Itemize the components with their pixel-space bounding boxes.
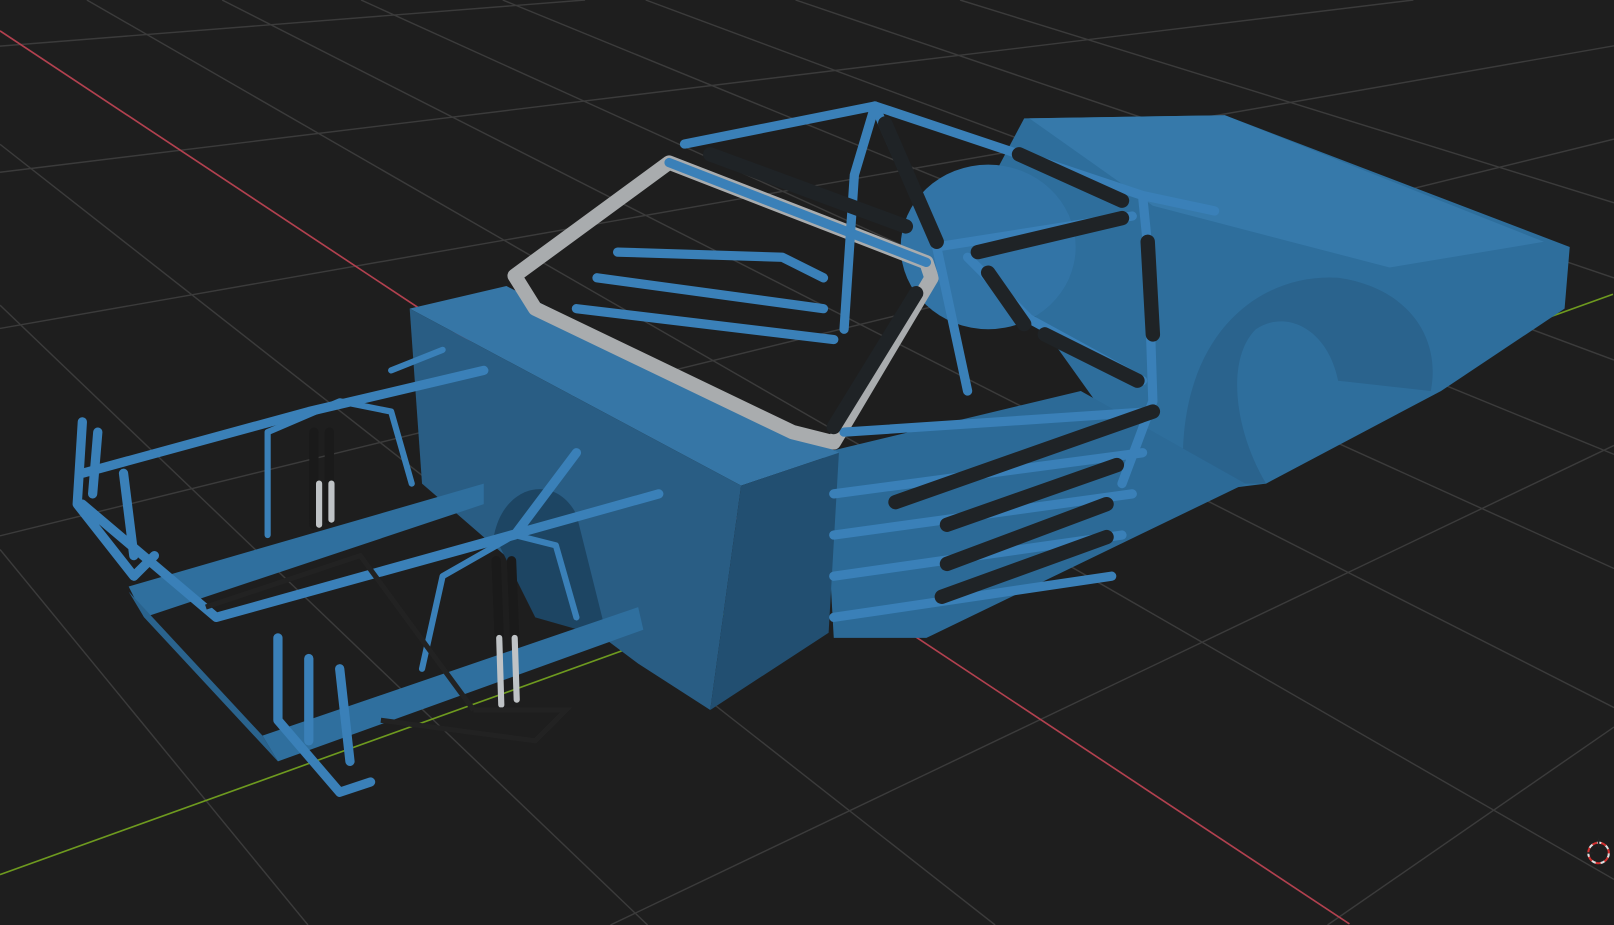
grid-line bbox=[0, 0, 586, 47]
front-crossmember bbox=[128, 591, 278, 762]
3d-cursor-icon[interactable] bbox=[1584, 838, 1610, 865]
viewport-canvas[interactable] bbox=[0, 0, 1614, 925]
front-shock-right bbox=[491, 556, 520, 643]
3d-viewport[interactable] bbox=[0, 0, 1614, 925]
grid-line bbox=[1327, 726, 1614, 925]
race-car-chassis-model[interactable] bbox=[72, 101, 1570, 797]
